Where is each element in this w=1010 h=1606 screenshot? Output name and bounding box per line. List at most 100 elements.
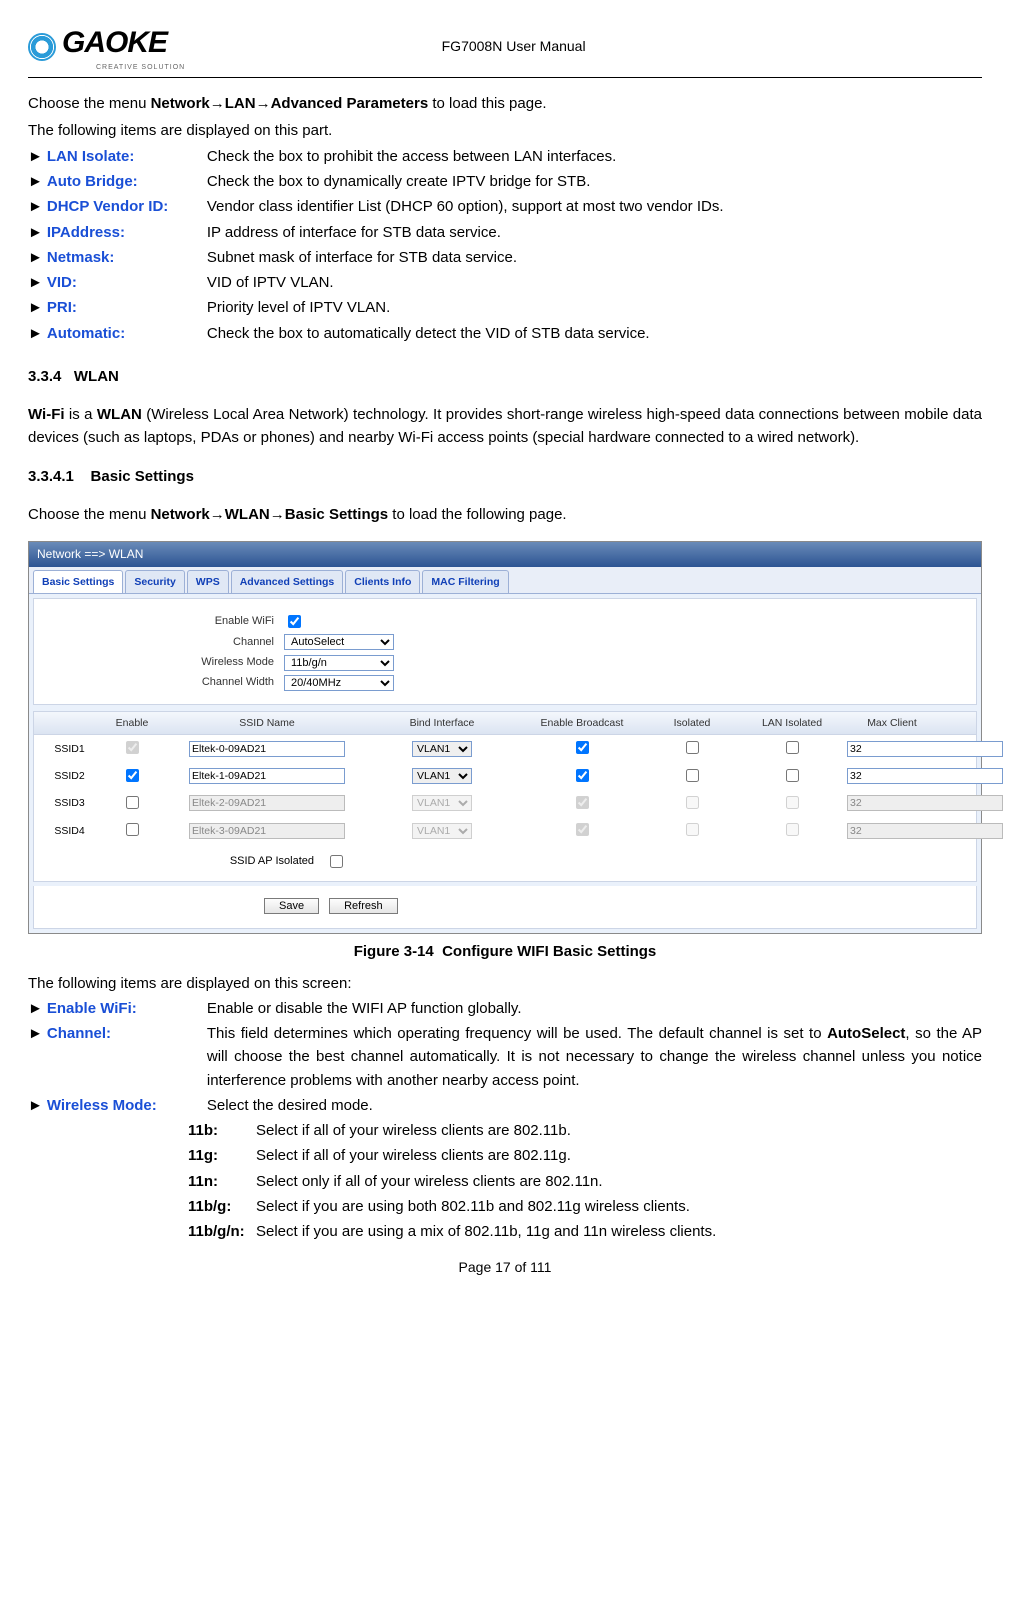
logo: GAOKE CREATIVE SOLUTION — [28, 20, 185, 73]
section-title: WLAN — [74, 368, 119, 385]
param-row: ►Automatic:Check the box to automaticall… — [28, 322, 982, 345]
checkbox-isolated[interactable] — [686, 741, 699, 754]
checkbox-enable-wifi[interactable] — [288, 615, 301, 628]
param-desc: Check the box to automatically detect th… — [207, 322, 650, 345]
wlan-config-window: Network ==> WLAN Basic SettingsSecurityW… — [28, 541, 982, 934]
tab-advanced-settings[interactable]: Advanced Settings — [231, 570, 344, 593]
tab-clients-info[interactable]: Clients Info — [345, 570, 420, 593]
input-ssid-name[interactable] — [189, 741, 345, 757]
subsection-title: Basic Settings — [91, 468, 194, 485]
param-desc: Enable or disable the WIFI AP function g… — [207, 997, 522, 1020]
checkbox-lan-isolated[interactable] — [786, 769, 799, 782]
checkbox-broadcast[interactable] — [576, 796, 589, 809]
arrow-icon: ► — [28, 322, 43, 345]
logo-text: GAOKE — [62, 20, 185, 67]
checkbox-ap-isolated[interactable] — [330, 855, 343, 868]
param-label: Channel: — [47, 1022, 207, 1092]
tab-bar: Basic SettingsSecurityWPSAdvanced Settin… — [29, 567, 981, 594]
checkbox-isolated[interactable] — [686, 769, 699, 782]
mode-row: 11n:Select only if all of your wireless … — [188, 1170, 982, 1193]
intro-block: Choose the menu Network→LAN→Advanced Par… — [28, 92, 982, 142]
save-button[interactable]: Save — [264, 898, 319, 914]
text: (Wireless Local Area Network) technology… — [28, 406, 982, 446]
input-max-client[interactable] — [847, 823, 1003, 839]
ssid-row: SSID3 VLAN1 — [34, 790, 976, 817]
param-desc: VID of IPTV VLAN. — [207, 271, 334, 294]
param-label: IPAddress: — [47, 221, 207, 244]
mode-key: 11b/g: — [188, 1195, 256, 1218]
tab-security[interactable]: Security — [125, 570, 184, 593]
param-row: ►IPAddress:IP address of interface for S… — [28, 221, 982, 244]
menu-path: Network→LAN→Advanced Parameters — [151, 95, 429, 112]
ssid-id: SSID1 — [42, 741, 97, 757]
select-channel[interactable]: AutoSelect — [284, 634, 394, 650]
checkbox-isolated[interactable] — [686, 823, 699, 836]
tab-basic-settings[interactable]: Basic Settings — [33, 570, 123, 593]
param-label: PRI: — [47, 296, 207, 319]
label-channel: Channel — [54, 634, 284, 651]
button-row: Save Refresh — [33, 886, 977, 929]
page-footer: Page 17 of 111 — [28, 1257, 982, 1279]
select-bind-interface[interactable]: VLAN1 — [412, 768, 472, 784]
param-row: ►LAN Isolate:Check the box to prohibit t… — [28, 145, 982, 168]
figure-title: Configure WIFI Basic Settings — [442, 943, 656, 960]
mode-desc: Select if you are using both 802.11b and… — [256, 1195, 690, 1218]
mode-row: 11b/g/n:Select if you are using a mix of… — [188, 1220, 982, 1243]
select-channel-width[interactable]: 20/40MHz — [284, 675, 394, 691]
param-desc: This field determines which operating fr… — [207, 1022, 982, 1092]
param-row: ►PRI:Priority level of IPTV VLAN. — [28, 296, 982, 319]
arrow-icon: ► — [28, 221, 43, 244]
param-list: ►LAN Isolate:Check the box to prohibit t… — [28, 145, 982, 345]
subsection-heading: 3.3.4.1 Basic Settings — [28, 465, 982, 488]
mode-desc: Select if all of your wireless clients a… — [256, 1144, 571, 1167]
wireless-modes-list: 11b:Select if all of your wireless clien… — [188, 1119, 982, 1243]
param-row: ►Netmask:Subnet mask of interface for ST… — [28, 246, 982, 269]
checkbox-broadcast[interactable] — [576, 769, 589, 782]
param-desc: Priority level of IPTV VLAN. — [207, 296, 390, 319]
text: to load this page. — [428, 95, 546, 112]
checkbox-lan-isolated[interactable] — [786, 741, 799, 754]
checkbox-enable-ssid[interactable] — [126, 769, 139, 782]
arrow-icon: ► — [28, 1022, 43, 1092]
intro-line-1: Choose the menu Network→LAN→Advanced Par… — [28, 92, 982, 115]
input-ssid-name[interactable] — [189, 823, 345, 839]
checkbox-broadcast[interactable] — [576, 741, 589, 754]
text: Choose the menu — [28, 506, 151, 523]
input-ssid-name[interactable] — [189, 768, 345, 784]
checkbox-lan-isolated[interactable] — [786, 823, 799, 836]
param-desc: Check the box to prohibit the access bet… — [207, 145, 616, 168]
select-bind-interface[interactable]: VLAN1 — [412, 741, 472, 757]
label-wireless-mode: Wireless Mode — [54, 654, 284, 671]
checkbox-enable-ssid[interactable] — [126, 741, 139, 754]
ssid-id: SSID3 — [42, 795, 97, 811]
input-max-client[interactable] — [847, 795, 1003, 811]
input-max-client[interactable] — [847, 741, 1003, 757]
refresh-button[interactable]: Refresh — [329, 898, 398, 914]
param-label: Netmask: — [47, 246, 207, 269]
tab-mac-filtering[interactable]: MAC Filtering — [422, 570, 508, 593]
checkbox-enable-ssid[interactable] — [126, 823, 139, 836]
select-wireless-mode[interactable]: 11b/g/n — [284, 655, 394, 671]
row-wireless-mode: Wireless Mode 11b/g/n — [54, 654, 956, 671]
input-ssid-name[interactable] — [189, 795, 345, 811]
checkbox-isolated[interactable] — [686, 796, 699, 809]
checkbox-broadcast[interactable] — [576, 823, 589, 836]
text: is a — [65, 406, 97, 423]
select-bind-interface[interactable]: VLAN1 — [412, 823, 472, 839]
arrow-icon: ► — [28, 195, 43, 218]
text: Choose the menu — [28, 95, 151, 112]
checkbox-enable-ssid[interactable] — [126, 796, 139, 809]
tab-wps[interactable]: WPS — [187, 570, 229, 593]
col-header: Max Client — [847, 715, 937, 731]
select-bind-interface[interactable]: VLAN1 — [412, 795, 472, 811]
arrow-icon: ► — [28, 296, 43, 319]
checkbox-lan-isolated[interactable] — [786, 796, 799, 809]
ssid-grid: EnableSSID NameBind InterfaceEnable Broa… — [33, 711, 977, 882]
input-max-client[interactable] — [847, 768, 1003, 784]
mode-desc: Select if all of your wireless clients a… — [256, 1119, 571, 1142]
window-titlebar: Network ==> WLAN — [29, 542, 981, 567]
mode-desc: Select only if all of your wireless clie… — [256, 1170, 603, 1193]
param-row: ►DHCP Vendor ID:Vendor class identifier … — [28, 195, 982, 218]
param-desc: Select the desired mode. — [207, 1094, 373, 1117]
basic-settings-panel: Enable WiFi Channel AutoSelect Wireless … — [33, 598, 977, 705]
